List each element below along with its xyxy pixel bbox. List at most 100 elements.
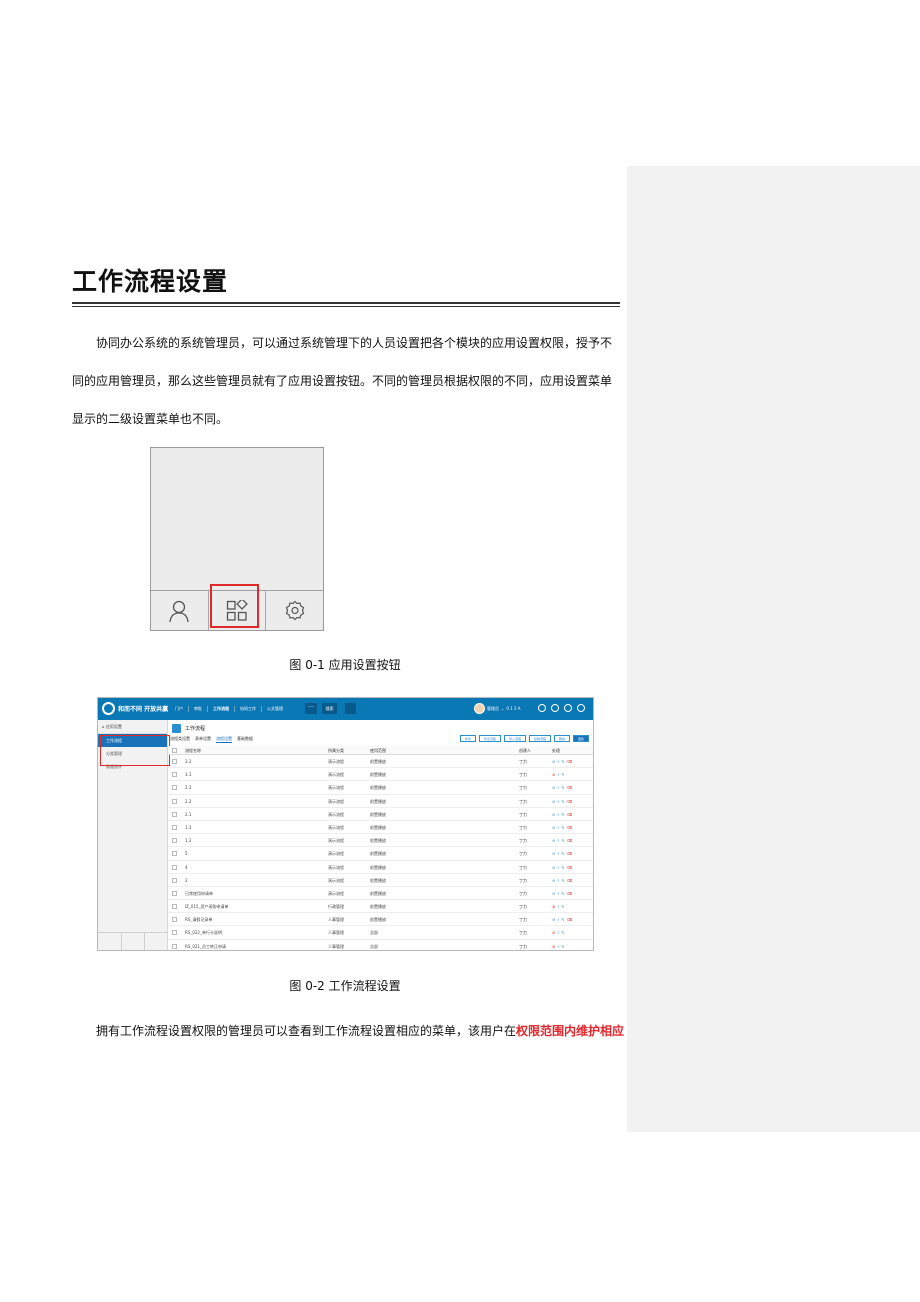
- disabled-icon[interactable]: ⊘: [552, 904, 555, 909]
- delete-icon[interactable]: ⌫: [567, 825, 573, 830]
- view-icon[interactable]: ⊖: [552, 785, 555, 790]
- user-menu[interactable]: 管理员 ⌄ 0 1 2 A: [474, 703, 521, 714]
- action-button[interactable]: 新增: [459, 735, 476, 742]
- row-checkbox[interactable]: [172, 904, 177, 910]
- row-checkbox[interactable]: [172, 798, 177, 804]
- pin-icon[interactable]: ♯: [557, 812, 559, 817]
- table-row[interactable]: 2 演示流程 前置播放 丁力 ⊖ ♯ ✎ ⌫: [168, 874, 593, 887]
- table-row[interactable]: 2.2 演示流程 前置播放 丁力 ⊖ ♯ ✎ ⌫: [168, 795, 593, 808]
- edit-icon[interactable]: ✎: [561, 759, 564, 764]
- dock-person[interactable]: [151, 591, 209, 630]
- row-checkbox[interactable]: [172, 943, 177, 949]
- power-icon[interactable]: [577, 704, 585, 712]
- refresh-icon[interactable]: [564, 704, 572, 712]
- table-row[interactable]: 5 演示流程 前置播放 丁力 ⊖ ♯ ✎ ⌫: [168, 847, 593, 861]
- row-checkbox[interactable]: [172, 864, 177, 870]
- nav-item[interactable]: 门户: [170, 706, 188, 712]
- search-button[interactable]: 搜索: [322, 703, 337, 714]
- pin-icon[interactable]: ♯: [557, 759, 559, 764]
- edit-icon[interactable]: ✎: [561, 785, 564, 790]
- edit-icon[interactable]: ✎: [561, 865, 564, 870]
- row-checkbox[interactable]: [172, 772, 177, 778]
- action-button[interactable]: 导入流程: [503, 735, 526, 742]
- pin-icon[interactable]: ♯: [557, 799, 559, 804]
- pin-icon[interactable]: ♯: [557, 944, 559, 949]
- edit-icon[interactable]: ✎: [561, 799, 564, 804]
- edit-icon[interactable]: ✎: [561, 878, 564, 883]
- view-icon[interactable]: ⊖: [552, 838, 555, 843]
- edit-icon[interactable]: ✎: [561, 851, 564, 856]
- more-menu-button[interactable]: ···: [305, 703, 317, 714]
- dock-person[interactable]: [98, 933, 122, 950]
- delete-icon[interactable]: ⌫: [567, 865, 573, 870]
- edit-icon[interactable]: ✎: [561, 772, 564, 777]
- view-icon[interactable]: ⊖: [552, 891, 555, 896]
- row-checkbox[interactable]: [172, 838, 177, 844]
- delete-icon[interactable]: ⌫: [567, 812, 573, 817]
- table-row[interactable]: RS_请假记录单 人事管理 前置播放 丁力 ⊖ ♯ ✎ ⌫: [168, 913, 593, 927]
- action-button[interactable]: 导出流程: [478, 735, 501, 742]
- tab-item[interactable]: 流程设置: [216, 736, 232, 743]
- delete-icon[interactable]: ⌫: [567, 785, 573, 790]
- action-button[interactable]: 复制流程: [528, 735, 551, 742]
- delete-icon[interactable]: ⌫: [567, 851, 573, 856]
- table-row[interactable]: 1.3 演示流程 前置播放 丁力 ⊖ ♯ ✎ ⌫: [168, 821, 593, 835]
- row-checkbox[interactable]: [172, 759, 177, 764]
- tab-item[interactable]: 基础数据: [237, 736, 253, 743]
- table-row[interactable]: 2.1 演示流程 前置播放 丁力 ⊖ ♯ ✎ ⌫: [168, 808, 593, 821]
- history-icon[interactable]: [551, 704, 559, 712]
- table-row[interactable]: 3.2 演示流程 前置播放 丁力 ⊖ ♯ ✎ ⌫: [168, 755, 593, 769]
- pin-icon[interactable]: ♯: [557, 838, 559, 843]
- view-icon[interactable]: ⊖: [552, 825, 555, 830]
- table-row[interactable]: 4 演示流程 前置播放 丁力 ⊖ ♯ ✎ ⌫: [168, 861, 593, 874]
- table-row[interactable]: 1.2 演示流程 前置播放 丁力 ⊖ ♯ ✎ ⌫: [168, 834, 593, 848]
- view-icon[interactable]: ⊖: [552, 812, 555, 817]
- row-checkbox[interactable]: [172, 785, 177, 791]
- view-icon[interactable]: ⊖: [552, 917, 555, 922]
- view-icon[interactable]: ⊖: [552, 851, 555, 856]
- row-checkbox[interactable]: [172, 930, 177, 936]
- pin-icon[interactable]: ♯: [557, 904, 559, 909]
- pin-icon[interactable]: ♯: [557, 865, 559, 870]
- action-button[interactable]: 删除: [553, 735, 570, 742]
- view-icon[interactable]: ⊖: [552, 759, 555, 764]
- pin-icon[interactable]: ♯: [557, 825, 559, 830]
- dock-settings[interactable]: [145, 933, 168, 950]
- table-row[interactable]: RS_022_单行卡说明 人事管理 总部 丁力 ⊘ ♯ ✎: [168, 926, 593, 940]
- pin-icon[interactable]: ♯: [557, 891, 559, 896]
- delete-icon[interactable]: ⌫: [567, 759, 573, 764]
- edit-icon[interactable]: ✎: [561, 930, 564, 935]
- pin-icon[interactable]: ♯: [557, 917, 559, 922]
- pin-icon[interactable]: ♯: [557, 878, 559, 883]
- table-row[interactable]: IZ_015_资产采购申请单 行政管理 前置播放 丁力 ⊘ ♯ ✎: [168, 900, 593, 914]
- dock-apps[interactable]: [122, 933, 146, 950]
- edit-icon[interactable]: ✎: [561, 825, 564, 830]
- row-checkbox[interactable]: [172, 851, 177, 857]
- delete-icon[interactable]: ⌫: [567, 838, 573, 843]
- disabled-icon[interactable]: ⊘: [552, 772, 555, 777]
- edit-icon[interactable]: ✎: [561, 904, 564, 909]
- tab-item[interactable]: 表单设置: [195, 736, 211, 743]
- edit-icon[interactable]: ✎: [561, 838, 564, 843]
- disabled-icon[interactable]: ⊘: [552, 930, 555, 935]
- edit-icon[interactable]: ✎: [561, 891, 564, 896]
- nav-item[interactable]: 审批: [188, 706, 207, 712]
- action-button[interactable]: 更新: [572, 735, 589, 742]
- nav-item[interactable]: 工作流程: [207, 706, 234, 712]
- table-row[interactable]: 2.3 演示流程 前置播放 丁力 ⊖ ♯ ✎ ⌫: [168, 781, 593, 795]
- edit-icon[interactable]: ✎: [561, 944, 564, 949]
- delete-icon[interactable]: ⌫: [567, 799, 573, 804]
- disabled-icon[interactable]: ⊘: [552, 944, 555, 949]
- table-row[interactable]: 3.1 演示流程 前置播放 丁力 ⊘ ♯ ✎: [168, 768, 593, 782]
- table-row[interactable]: 日常使用申请单 演示流程 前置播放 丁力 ⊖ ♯ ✎ ⌫: [168, 887, 593, 901]
- row-checkbox[interactable]: [172, 877, 177, 883]
- view-icon[interactable]: ⊖: [552, 799, 555, 804]
- edit-icon[interactable]: ✎: [561, 917, 564, 922]
- nav-item[interactable]: 公文管理: [261, 706, 288, 712]
- row-checkbox[interactable]: [172, 824, 177, 830]
- dock-settings[interactable]: [266, 591, 323, 630]
- table-row[interactable]: RS_021_员工转正申请 人事管理 总部 丁力 ⊘ ♯ ✎: [168, 940, 593, 950]
- add-icon[interactable]: [538, 704, 546, 712]
- tab-item[interactable]: 流程类设置: [170, 736, 190, 743]
- delete-icon[interactable]: ⌫: [567, 917, 573, 922]
